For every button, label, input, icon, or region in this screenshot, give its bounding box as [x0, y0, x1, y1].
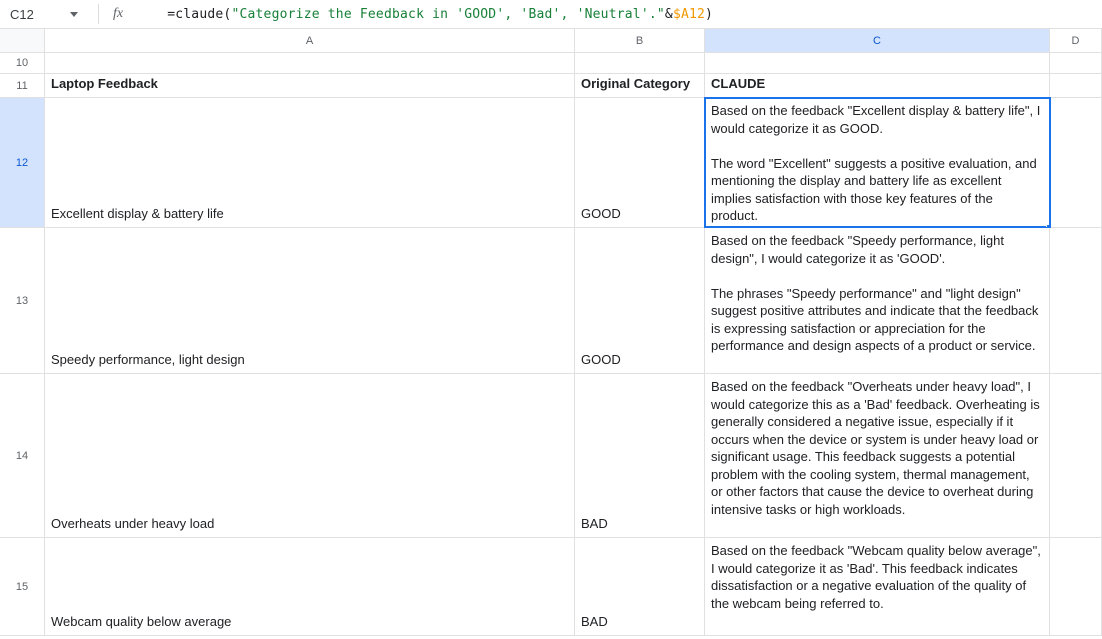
formula-amp: &	[665, 7, 673, 22]
col-header-B[interactable]: B	[575, 29, 705, 52]
row-header-15[interactable]: 15	[0, 538, 45, 635]
cell-C13[interactable]: Based on the feedback "Speedy performanc…	[705, 228, 1050, 373]
col-header-D[interactable]: D	[1050, 29, 1102, 52]
name-box-dropdown-icon[interactable]	[70, 12, 78, 17]
spreadsheet-grid: A B C D 10 11 Laptop Feedback Original C…	[0, 29, 1102, 636]
row-14: 14 Overheats under heavy load BAD Based …	[0, 374, 1102, 538]
cell-C10[interactable]	[705, 53, 1050, 73]
select-all-corner[interactable]	[0, 29, 45, 52]
row-15: 15 Webcam quality below average BAD Base…	[0, 538, 1102, 636]
cell-A12[interactable]: Excellent display & battery life	[45, 98, 575, 227]
row-13: 13 Speedy performance, light design GOOD…	[0, 228, 1102, 374]
cell-B11[interactable]: Original Category	[575, 74, 705, 97]
cell-C11[interactable]: CLAUDE	[705, 74, 1050, 97]
cell-A10[interactable]	[45, 53, 575, 73]
row-header-11[interactable]: 11	[0, 74, 45, 97]
cell-A15[interactable]: Webcam quality below average	[45, 538, 575, 635]
formula-ref: $A12	[673, 7, 705, 22]
cell-A14[interactable]: Overheats under heavy load	[45, 374, 575, 537]
cell-B14[interactable]: BAD	[575, 374, 705, 537]
cell-D10[interactable]	[1050, 53, 1102, 73]
row-12: 12 Excellent display & battery life GOOD…	[0, 98, 1102, 228]
selection-handle[interactable]	[1046, 224, 1050, 227]
row-header-10[interactable]: 10	[0, 53, 45, 73]
fx-icon: fx	[113, 6, 123, 22]
col-header-A[interactable]: A	[45, 29, 575, 52]
cell-D13[interactable]	[1050, 228, 1102, 373]
cell-D11[interactable]	[1050, 74, 1102, 97]
cell-D12[interactable]	[1050, 98, 1102, 227]
formula-close: )	[705, 7, 713, 22]
cell-C14[interactable]: Based on the feedback "Overheats under h…	[705, 374, 1050, 537]
divider	[98, 4, 99, 24]
cell-A11[interactable]: Laptop Feedback	[45, 74, 575, 97]
cell-C15[interactable]: Based on the feedback "Webcam quality be…	[705, 538, 1050, 635]
cell-D14[interactable]	[1050, 374, 1102, 537]
row-11: 11 Laptop Feedback Original Category CLA…	[0, 74, 1102, 98]
row-header-12[interactable]: 12	[0, 98, 45, 227]
row-header-14[interactable]: 14	[0, 374, 45, 537]
row-header-13[interactable]: 13	[0, 228, 45, 373]
formula-func: claude	[175, 7, 223, 22]
cell-C12[interactable]: Based on the feedback "Excellent display…	[705, 98, 1050, 227]
cell-A13[interactable]: Speedy performance, light design	[45, 228, 575, 373]
formula-bar: C12 fx =claude("Categorize the Feedback …	[0, 0, 1102, 29]
column-header-row: A B C D	[0, 29, 1102, 53]
row-10: 10	[0, 53, 1102, 74]
cell-D15[interactable]	[1050, 538, 1102, 635]
col-header-C[interactable]: C	[705, 29, 1050, 52]
name-box[interactable]: C12	[6, 7, 64, 22]
cell-B13[interactable]: GOOD	[575, 228, 705, 373]
cell-B10[interactable]	[575, 53, 705, 73]
cell-C12-text: Based on the feedback "Excellent display…	[711, 102, 1043, 225]
cell-B15[interactable]: BAD	[575, 538, 705, 635]
cell-B12[interactable]: GOOD	[575, 98, 705, 227]
formula-string: "Categorize the Feedback in 'GOOD', 'Bad…	[231, 7, 664, 22]
